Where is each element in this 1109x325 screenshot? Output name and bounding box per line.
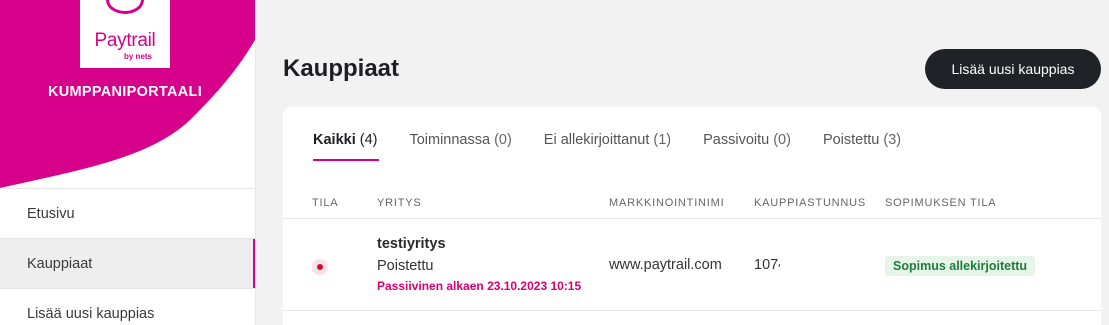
table-header: TILA YRITYS MARKKINOINTINIMI KAUPPIASTUN… — [283, 194, 1101, 219]
contract-status-badge: Sopimus allekirjoitettu — [885, 256, 1036, 276]
sidebar-item-lisaa-uusi-kauppias[interactable]: Lisää uusi kauppias — [0, 288, 255, 325]
tab-label: Poistettu — [822, 132, 880, 148]
tab-label: Kaikki — [313, 132, 356, 148]
tab-passivoitu[interactable]: Passivoitu (0) — [703, 132, 791, 160]
tab-kaikki[interactable]: Kaikki (4) — [313, 132, 380, 161]
column-header-tila[interactable]: TILA — [312, 197, 338, 209]
sidebar-item-kauppiaat[interactable]: Kauppiaat — [0, 238, 255, 288]
sidebar-item-label: Kauppiaat — [27, 255, 93, 272]
paytrail-logo[interactable]: Paytrail by nets — [80, 0, 170, 68]
sidebar-item-label: Lisää uusi kauppias — [27, 305, 155, 322]
tab-toiminnassa[interactable]: Toiminnassa (0) — [409, 132, 511, 160]
logo-sub: by nets — [124, 52, 153, 61]
tab-label: Passivoitu — [703, 132, 770, 148]
column-header-yritys[interactable]: YRITYS — [377, 197, 422, 209]
tab-label: Toiminnassa — [409, 132, 491, 148]
merchant-id: 1074 — [754, 257, 780, 273]
tab-count: (0) — [773, 132, 791, 148]
company-name[interactable]: testiyritys — [377, 236, 446, 252]
status-dot-icon — [312, 259, 328, 275]
column-header-sopimuksen-tila[interactable]: SOPIMUKSEN TILA — [885, 197, 996, 209]
marketing-name: www.paytrail.com — [609, 257, 722, 273]
merchants-card: Kaikki (4) Toiminnassa (0) Ei allekirjoitt… — [283, 107, 1101, 325]
column-header-kauppiastunnus[interactable]: KAUPPIASTUNNUS — [754, 197, 866, 209]
tab-ei-allekirjoittanut[interactable]: Ei allekirjoittanut (1) — [544, 132, 671, 160]
add-merchant-button[interactable]: Lisää uusi kauppias — [925, 49, 1101, 89]
portal-title: KUMPPANIPORTAALI — [47, 84, 203, 100]
filter-tabs: Kaikki (4) Toiminnassa (0) Ei allekirjoitt… — [313, 132, 933, 161]
sidebar-nav: Etusivu Kauppiaat Lisää uusi kauppias — [0, 188, 255, 325]
tab-count: (1) — [653, 132, 672, 148]
sidebar-item-label: Etusivu — [27, 205, 75, 222]
tab-count: (3) — [883, 132, 902, 148]
column-header-markkinointinimi[interactable]: MARKKINOINTINIMI — [609, 197, 724, 209]
sidebar: Paytrail by nets KUMPPANIPORTAALI Etusiv… — [0, 0, 256, 325]
logo-word: Paytrail — [94, 30, 156, 51]
tab-count: (0) — [494, 132, 512, 148]
company-state: Poistettu — [377, 258, 434, 274]
page-title: Kauppiaat — [283, 55, 400, 82]
sidebar-item-etusivu[interactable]: Etusivu — [0, 188, 255, 238]
logo-ring-icon — [106, 0, 144, 14]
tab-label: Ei allekirjoittanut — [543, 132, 650, 148]
company-passive-note: Passiivinen alkaen 23.10.2023 10:15 — [377, 279, 582, 293]
tab-poistettu[interactable]: Poistettu (3) — [823, 132, 901, 160]
table-row[interactable]: testiyritys Poistettu Passiivinen alkaen… — [283, 219, 1101, 311]
tab-count: (4) — [359, 132, 378, 148]
